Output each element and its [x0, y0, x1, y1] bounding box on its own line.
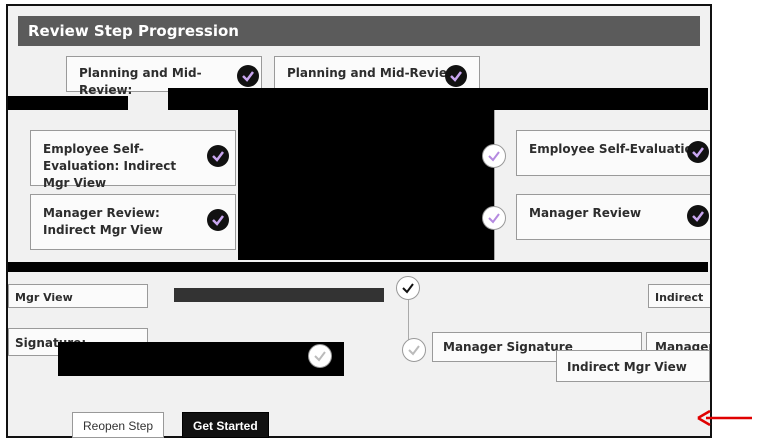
step-card-planning-1[interactable]: Planning and Mid-Review: [66, 56, 262, 97]
check-icon [687, 141, 709, 163]
step-card-self-eval[interactable]: Employee Self-Evaluation [516, 130, 710, 176]
panel-title: Review Step Progression [18, 16, 700, 46]
render-artifact [168, 88, 708, 110]
check-icon [237, 65, 259, 87]
step-card-label: Mgr View [15, 291, 73, 304]
step-card-label: Indirect Mgr View [567, 360, 687, 374]
get-started-button[interactable]: Get Started [182, 412, 269, 438]
render-artifact [8, 96, 128, 110]
red-arrow-pointer-icon [697, 409, 752, 427]
check-icon [207, 209, 229, 231]
review-step-panel: Review Step Progression Planning and Mid… [6, 4, 712, 438]
step-card-planning-2[interactable]: Planning and Mid-Review: [274, 56, 480, 92]
step-card-label: Planning and Mid-Review: [287, 66, 463, 80]
render-artifact [174, 288, 384, 302]
step-card-mgr-review-indirect[interactable]: Manager Review: Indirect Mgr View [30, 194, 236, 250]
step-card-mgr-review[interactable]: Manager Review [516, 194, 710, 240]
step-card-label: Manager Review: Indirect Mgr View [43, 206, 163, 237]
connector-line [408, 300, 409, 340]
step-card-indirect[interactable]: Indirect [648, 284, 710, 308]
check-circle-icon [482, 206, 506, 230]
step-card-label: Indirect [655, 291, 704, 304]
check-circle-icon [396, 276, 420, 300]
check-circle-icon [482, 144, 506, 168]
check-icon [445, 65, 467, 87]
step-card-label: Manager Review [529, 206, 642, 220]
render-artifact [238, 110, 494, 260]
check-icon [207, 145, 229, 167]
step-card-label: Employee Self-Evaluation: Indirect Mgr V… [43, 142, 177, 190]
step-card-label: Manager Signature [443, 340, 573, 354]
check-circle-icon [308, 344, 332, 368]
check-circle-icon [402, 338, 426, 362]
render-artifact [58, 342, 344, 376]
step-card-label: Employee Self-Evaluation [529, 142, 702, 156]
connector-line [494, 110, 495, 260]
reopen-step-button[interactable]: Reopen Step [72, 412, 165, 438]
check-icon [687, 205, 709, 227]
step-card-self-eval-indirect[interactable]: Employee Self-Evaluation: Indirect Mgr V… [30, 130, 236, 190]
step-card-indirect-mgr-view[interactable]: Indirect Mgr View [556, 350, 710, 382]
step-card-mgr-view[interactable]: Mgr View [8, 284, 148, 308]
render-artifact [8, 262, 708, 272]
